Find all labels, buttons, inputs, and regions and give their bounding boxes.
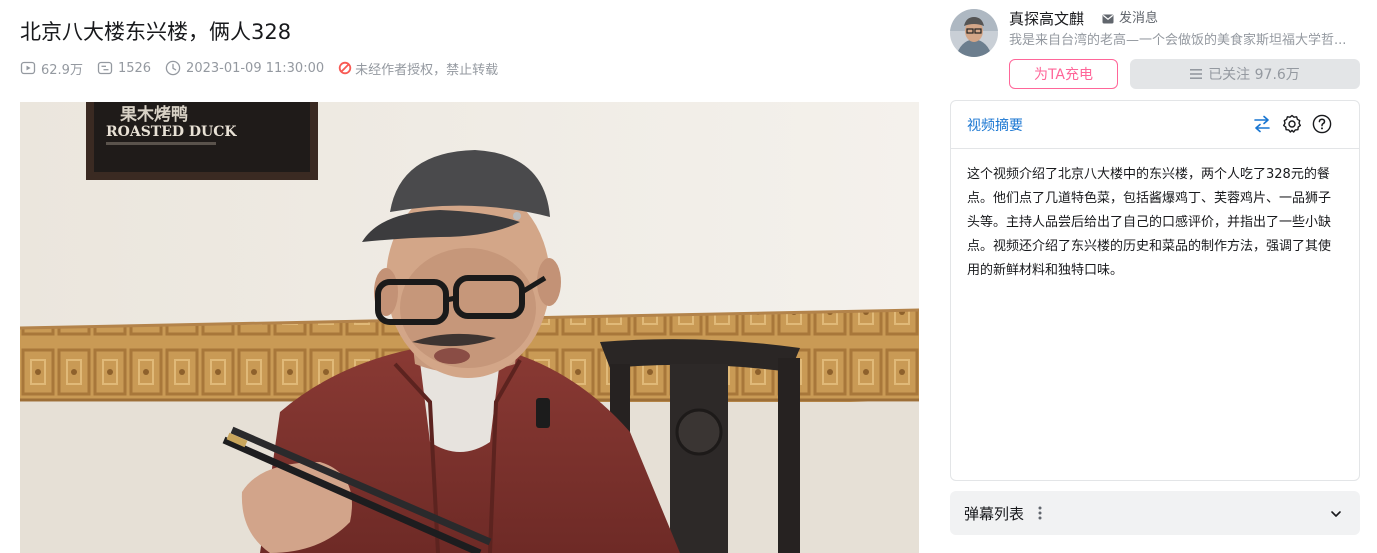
- video-meta: 62.9万 1526 2023-01-09 11:30:00 未经作者授权，禁止…: [20, 58, 498, 78]
- copyright-notice-text: 未经作者授权，禁止转载: [355, 62, 499, 78]
- help-icon[interactable]: [1311, 113, 1333, 135]
- send-message-label: 发消息: [1119, 11, 1159, 26]
- summary-text: 这个视频介绍了北京八大楼中的东兴楼，两个人吃了328元的餐点。他们点了几道特色菜…: [967, 167, 1332, 278]
- danmaku-list-bar[interactable]: 弹幕列表: [950, 491, 1360, 535]
- view-count: 62.9万: [20, 59, 83, 78]
- avatar-image: [950, 9, 998, 57]
- summary-panel: 视频摘要 这个视频介绍了北京八大楼中的东兴楼，两个人吃了328元的餐点。他们点了…: [950, 100, 1360, 481]
- danmaku-count: 1526: [97, 60, 151, 76]
- sign-english-text: ROASTED DUCK: [106, 124, 237, 140]
- clock-icon: [165, 60, 186, 76]
- danmaku-count-value: 1526: [117, 60, 152, 76]
- gear-icon[interactable]: [1281, 113, 1303, 135]
- copyright-notice: 未经作者授权，禁止转载: [338, 59, 498, 78]
- sign-chinese-text: 果木烤鸭: [120, 104, 188, 125]
- avatar[interactable]: [950, 9, 998, 57]
- swap-icon[interactable]: [1251, 113, 1273, 135]
- uploader-name[interactable]: 真探高文麒: [1009, 9, 1084, 29]
- chevron-down-icon[interactable]: [1330, 505, 1342, 524]
- send-message-link[interactable]: 发消息: [1102, 10, 1158, 28]
- video-frame: 果木烤鸭 ROASTED DUCK: [20, 102, 919, 553]
- view-count-value: 62.9万: [41, 62, 83, 78]
- publish-time-value: 2023-01-09 11:30:00: [186, 60, 325, 76]
- follow-button[interactable]: 已关注 97.6万: [1130, 59, 1360, 89]
- play-count-icon: [20, 60, 41, 76]
- menu-icon: [1190, 69, 1208, 79]
- summary-header: 视频摘要: [951, 101, 1359, 149]
- mail-icon: [1102, 14, 1119, 24]
- more-vertical-icon[interactable]: [1038, 506, 1042, 520]
- danmaku-list-title: 弹幕列表: [964, 504, 1025, 523]
- danmaku-icon: [97, 60, 118, 76]
- forbidden-icon: [338, 61, 355, 75]
- tab-video-summary[interactable]: 视频摘要: [967, 115, 1023, 135]
- video-title: 北京八大楼东兴楼，俩人328: [20, 20, 292, 44]
- summary-tools: [1243, 113, 1333, 135]
- video-player[interactable]: 果木烤鸭 ROASTED DUCK: [20, 102, 919, 553]
- publish-time: 2023-01-09 11:30:00: [165, 60, 324, 76]
- follow-label: 已关注 97.6万: [1208, 67, 1300, 83]
- uploader-description: 我是来自台湾的老高—一个会做饭的美食家斯坦福大学哲...: [1009, 33, 1347, 48]
- charge-button[interactable]: 为TA充电: [1009, 59, 1118, 89]
